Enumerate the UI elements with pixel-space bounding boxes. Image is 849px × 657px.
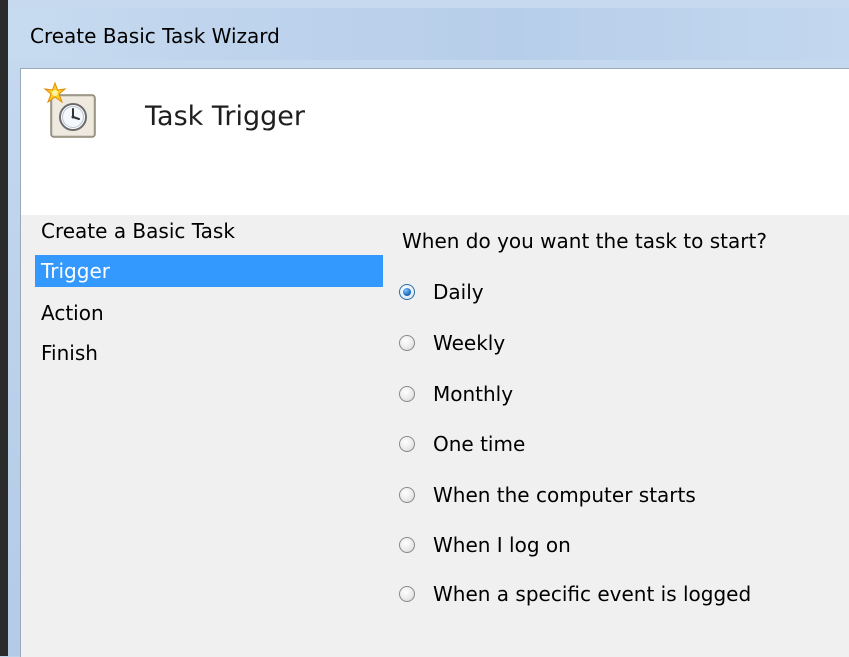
radio-button-checked[interactable]	[399, 284, 415, 300]
window-shadow-edge	[0, 0, 8, 656]
radio-option-log-on[interactable]: When I log on	[399, 530, 571, 560]
radio-button[interactable]	[399, 335, 415, 351]
task-clock-icon	[41, 81, 105, 145]
nav-item-label: Create a Basic Task	[41, 219, 235, 243]
radio-label[interactable]: Daily	[433, 280, 484, 304]
nav-item-label: Action	[41, 301, 104, 325]
radio-button[interactable]	[399, 436, 415, 452]
radio-option-computer-starts[interactable]: When the computer starts	[399, 480, 696, 510]
radio-button[interactable]	[399, 586, 415, 602]
nav-item-label: Trigger	[41, 259, 110, 283]
nav-item-action[interactable]: Action	[35, 297, 383, 329]
radio-dot	[403, 288, 411, 296]
nav-item-trigger[interactable]: Trigger	[35, 255, 383, 287]
page-title: Task Trigger	[145, 101, 305, 132]
radio-option-monthly[interactable]: Monthly	[399, 379, 513, 409]
radio-option-daily[interactable]: Daily	[399, 277, 484, 307]
nav-item-create-basic-task[interactable]: Create a Basic Task	[35, 215, 383, 247]
title-bar[interactable]: Create Basic Task Wizard	[8, 8, 849, 60]
radio-label[interactable]: Weekly	[433, 331, 505, 355]
radio-label[interactable]: One time	[433, 432, 525, 456]
radio-label[interactable]: When the computer starts	[433, 483, 696, 507]
radio-option-weekly[interactable]: Weekly	[399, 328, 505, 358]
nav-item-finish[interactable]: Finish	[35, 337, 383, 369]
nav-item-label: Finish	[41, 341, 98, 365]
wizard-header: Task Trigger	[21, 69, 849, 215]
window-title: Create Basic Task Wizard	[30, 24, 280, 48]
wizard-client-area: Task Trigger Create a Basic Task Trigger…	[20, 68, 849, 657]
trigger-question: When do you want the task to start?	[402, 229, 767, 253]
radio-button[interactable]	[399, 487, 415, 503]
radio-button[interactable]	[399, 386, 415, 402]
radio-option-one-time[interactable]: One time	[399, 429, 525, 459]
radio-button[interactable]	[399, 537, 415, 553]
radio-label[interactable]: Monthly	[433, 382, 513, 406]
radio-label[interactable]: When I log on	[433, 533, 571, 557]
radio-label[interactable]: When a specific event is logged	[433, 582, 751, 606]
radio-option-event-logged[interactable]: When a specific event is logged	[399, 579, 751, 609]
